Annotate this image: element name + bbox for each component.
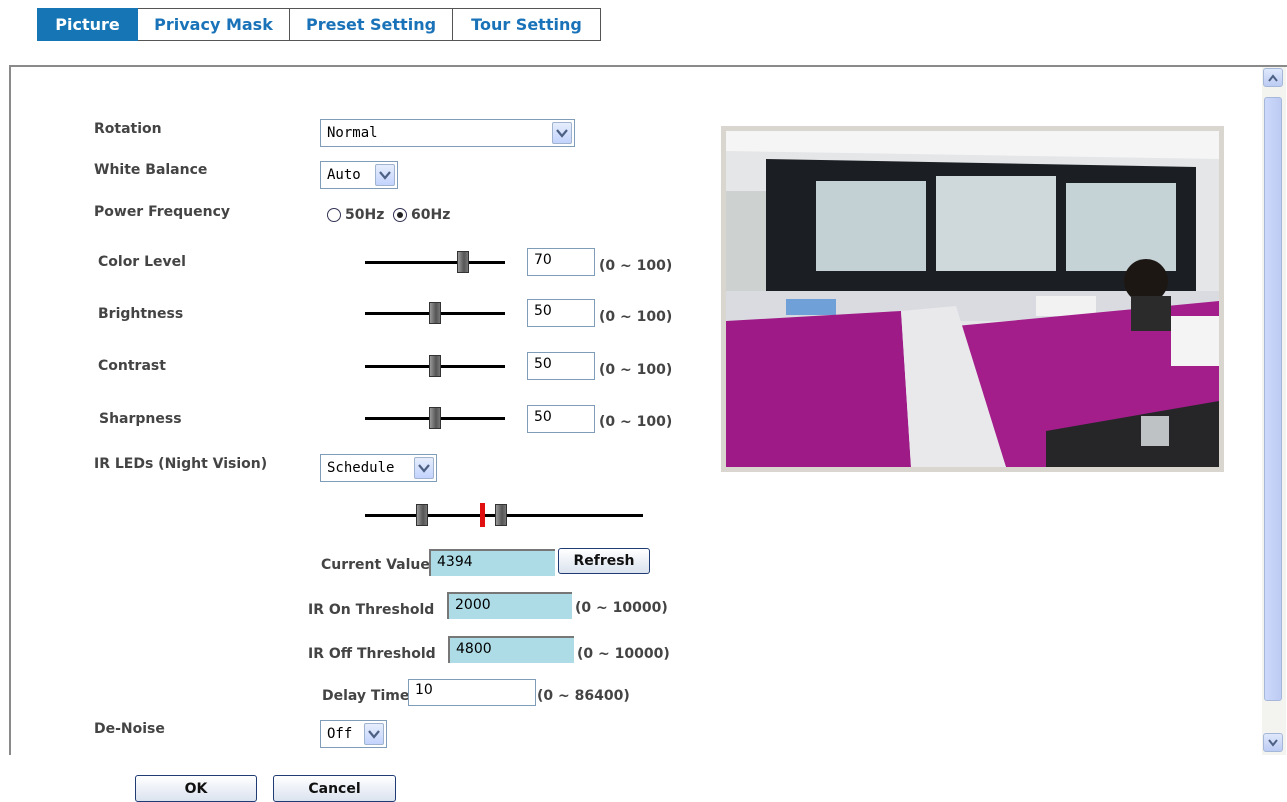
- contrast-range: (0 ~ 100): [599, 362, 673, 378]
- vertical-scrollbar[interactable]: [1262, 67, 1286, 755]
- white-balance-select[interactable]: Auto: [320, 161, 398, 189]
- tab-preset-setting[interactable]: Preset Setting: [290, 8, 453, 41]
- ir-on-threshold-label: IR On Threshold: [308, 602, 435, 618]
- ir-current-value-marker: [480, 503, 485, 527]
- delay-time-range: (0 ~ 86400): [537, 688, 630, 704]
- ir-off-threshold-input[interactable]: 4800: [448, 636, 574, 663]
- scrollbar-thumb[interactable]: [1264, 97, 1282, 701]
- chevron-down-icon: [364, 723, 384, 745]
- color-level-slider-handle[interactable]: [457, 251, 469, 273]
- ok-button[interactable]: OK: [135, 775, 257, 802]
- radio-60hz-label: 60Hz: [411, 207, 451, 223]
- chevron-down-icon: [375, 164, 395, 186]
- chevron-down-icon: [414, 457, 434, 479]
- color-level-track: [365, 261, 505, 264]
- arrow-up-icon[interactable]: [1263, 68, 1283, 87]
- rotation-value: Normal: [327, 125, 378, 141]
- contrast-label: Contrast: [98, 358, 166, 374]
- ir-leds-label: IR LEDs (Night Vision): [94, 456, 268, 472]
- ir-off-threshold-slider-handle[interactable]: [495, 504, 507, 526]
- tab-tour-setting[interactable]: Tour Setting: [453, 8, 601, 41]
- arrow-down-icon[interactable]: [1263, 733, 1283, 752]
- white-balance-value: Auto: [327, 167, 361, 183]
- de-noise-select[interactable]: Off: [320, 720, 387, 748]
- radio-50hz-label: 50Hz: [345, 207, 385, 223]
- brightness-slider-handle[interactable]: [429, 302, 441, 324]
- ir-leds-select[interactable]: Schedule: [320, 454, 437, 482]
- delay-time-label: Delay Time: [322, 688, 410, 704]
- color-level-input[interactable]: 70: [527, 248, 595, 276]
- ir-on-threshold-slider-handle[interactable]: [416, 504, 428, 526]
- tab-bar: Picture Privacy Mask Preset Setting Tour…: [37, 8, 601, 41]
- current-value-label: Current Value: [321, 557, 430, 573]
- color-level-range: (0 ~ 100): [599, 258, 673, 274]
- brightness-range: (0 ~ 100): [599, 309, 673, 325]
- sharpness-label: Sharpness: [99, 411, 182, 427]
- refresh-button[interactable]: Refresh: [558, 548, 650, 574]
- chevron-down-icon: [552, 122, 572, 144]
- ir-on-threshold-range: (0 ~ 10000): [575, 600, 668, 616]
- de-noise-label: De-Noise: [94, 721, 165, 737]
- brightness-input[interactable]: 50: [527, 299, 595, 327]
- radio-50hz[interactable]: [327, 208, 341, 222]
- brightness-label: Brightness: [98, 306, 184, 322]
- contrast-input[interactable]: 50: [527, 352, 595, 380]
- de-noise-value: Off: [327, 726, 353, 742]
- camera-preview-image: [721, 126, 1224, 472]
- sharpness-input[interactable]: 50: [527, 405, 595, 433]
- radio-60hz[interactable]: [393, 208, 407, 222]
- white-balance-label: White Balance: [94, 162, 208, 178]
- contrast-slider-handle[interactable]: [429, 355, 441, 377]
- sharpness-slider-handle[interactable]: [429, 407, 441, 429]
- tab-privacy-mask[interactable]: Privacy Mask: [138, 8, 290, 41]
- ir-off-threshold-range: (0 ~ 10000): [577, 646, 670, 662]
- power-frequency-label: Power Frequency: [94, 204, 231, 220]
- current-value-field: 4394: [429, 549, 555, 576]
- ir-on-threshold-input[interactable]: 2000: [447, 592, 572, 619]
- sharpness-range: (0 ~ 100): [599, 414, 673, 430]
- tab-picture[interactable]: Picture: [37, 8, 138, 41]
- color-level-label: Color Level: [98, 254, 186, 270]
- ir-off-threshold-label: IR Off Threshold: [308, 646, 436, 662]
- cancel-button[interactable]: Cancel: [273, 775, 396, 802]
- rotation-select[interactable]: Normal: [320, 119, 575, 147]
- delay-time-input[interactable]: 10: [408, 679, 536, 706]
- ir-leds-value: Schedule: [327, 460, 395, 476]
- rotation-label: Rotation: [94, 121, 162, 137]
